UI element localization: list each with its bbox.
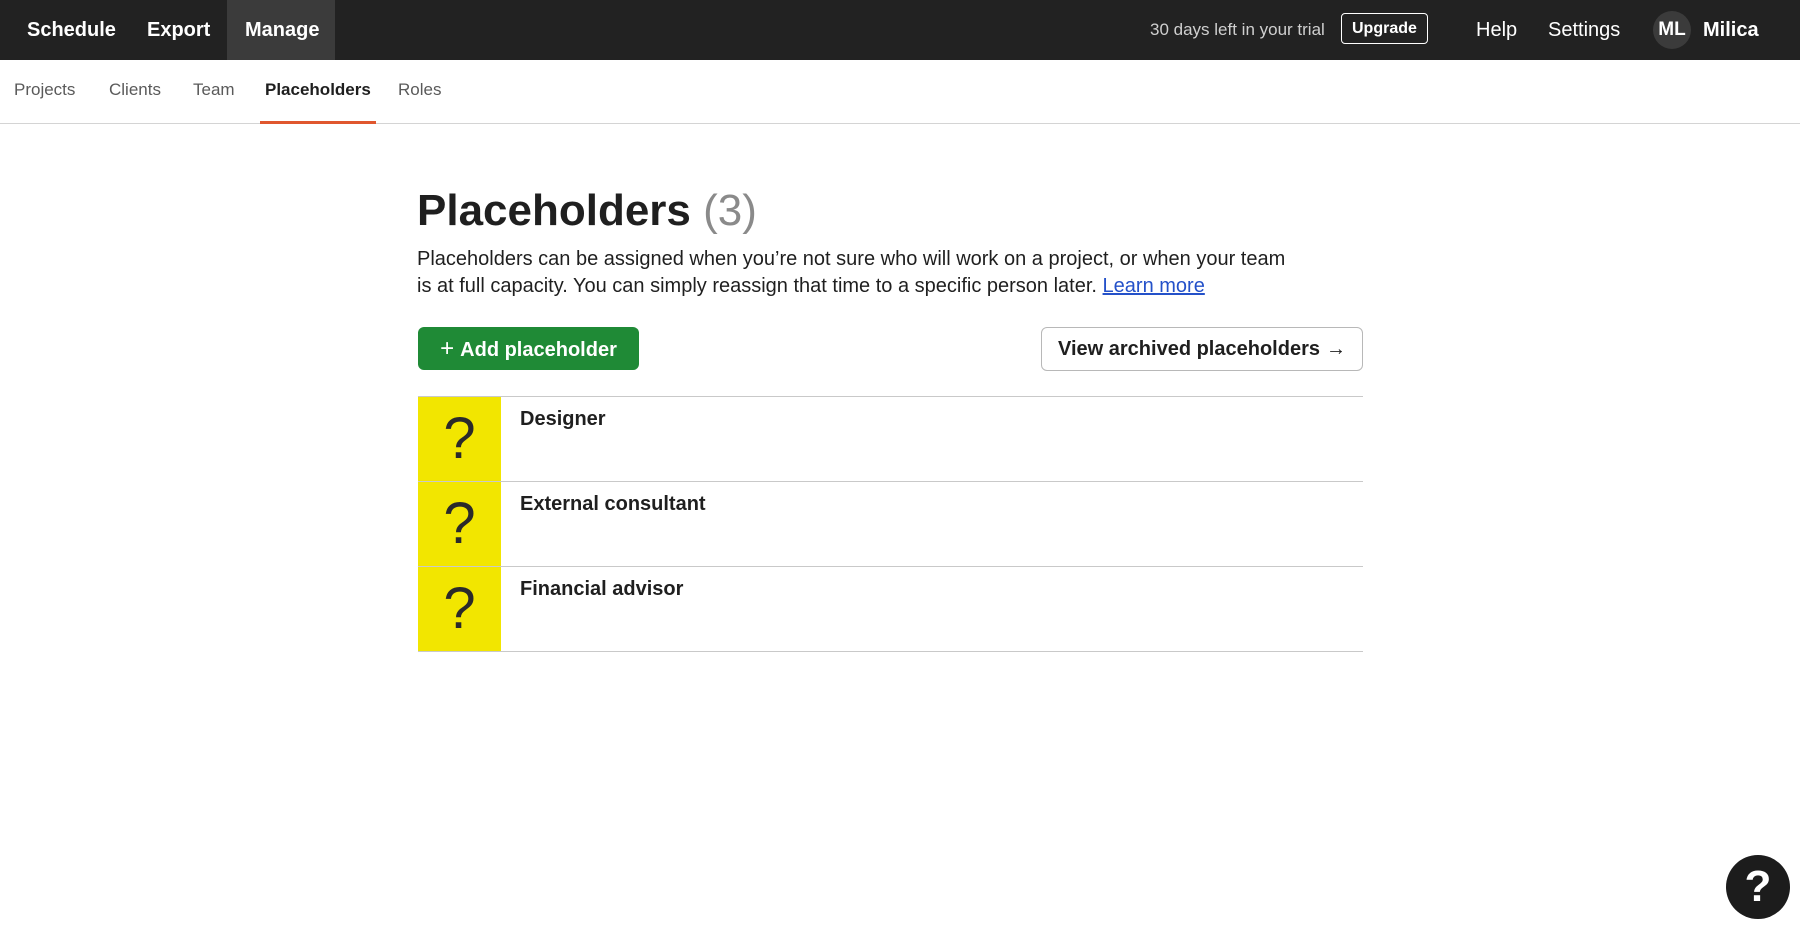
plus-icon: + <box>440 335 455 362</box>
placeholder-name[interactable]: Financial advisor <box>520 578 683 601</box>
settings-link[interactable]: Settings <box>1548 0 1620 60</box>
tab-clients[interactable]: Clients <box>104 60 166 124</box>
nav-export[interactable]: Export <box>129 0 228 60</box>
nav-manage[interactable]: Manage <box>227 0 335 60</box>
avatar[interactable]: ML <box>1653 11 1691 49</box>
placeholder-name[interactable]: External consultant <box>520 493 706 516</box>
placeholder-count: (3) <box>703 186 757 235</box>
tab-team[interactable]: Team <box>188 60 240 124</box>
page-title-text: Placeholders <box>417 186 691 235</box>
tab-roles[interactable]: Roles <box>393 60 446 124</box>
help-link[interactable]: Help <box>1476 0 1517 60</box>
arrow-right-icon: → <box>1325 338 1346 360</box>
learn-more-link[interactable]: Learn more <box>1103 275 1205 297</box>
add-placeholder-button[interactable]: + Add placeholder <box>418 327 639 370</box>
list-item[interactable]: ? External consultant <box>418 482 1363 567</box>
help-chat-button[interactable]: ? <box>1726 855 1790 919</box>
nav-schedule[interactable]: Schedule <box>9 0 134 60</box>
add-placeholder-label: Add placeholder <box>460 339 617 361</box>
view-archived-placeholders-button[interactable]: View archived placeholders → <box>1041 327 1363 371</box>
question-mark-icon: ? <box>418 482 501 566</box>
question-mark-icon: ? <box>418 567 501 651</box>
question-mark-icon: ? <box>1744 862 1772 911</box>
tab-placeholders[interactable]: Placeholders <box>260 60 376 124</box>
top-bar: Schedule Export Manage 30 days left in y… <box>0 0 1800 60</box>
tab-projects[interactable]: Projects <box>9 60 80 124</box>
manage-subnav: Projects Clients Team Placeholders Roles <box>0 60 1800 124</box>
upgrade-button[interactable]: Upgrade <box>1341 13 1428 44</box>
page-title: Placeholders (3) <box>417 186 757 236</box>
placeholder-list: ? Designer ? External consultant ? Finan… <box>418 396 1363 652</box>
placeholder-name[interactable]: Designer <box>520 408 606 431</box>
list-item[interactable]: ? Financial advisor <box>418 567 1363 652</box>
user-name[interactable]: Milica <box>1703 0 1759 60</box>
view-archived-label: View archived placeholders <box>1058 338 1320 360</box>
list-item[interactable]: ? Designer <box>418 397 1363 482</box>
page-description: Placeholders can be assigned when you’re… <box>417 246 1297 300</box>
trial-status-text: 30 days left in your trial <box>1150 20 1325 39</box>
question-mark-icon: ? <box>418 397 501 481</box>
